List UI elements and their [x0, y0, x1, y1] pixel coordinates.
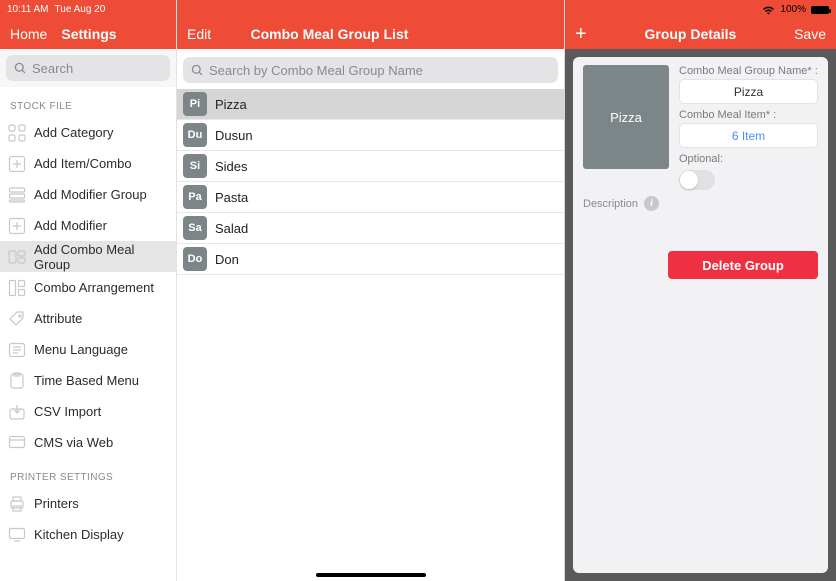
group-row[interactable]: Si Sides [177, 151, 564, 182]
sidebar-item-add-modifier-group[interactable]: Add Modifier Group [0, 179, 176, 210]
printer-icon [8, 495, 26, 513]
arrangement-icon [8, 279, 26, 297]
sidebar-item-label: Menu Language [34, 342, 128, 357]
sidebar-item-add-item-combo[interactable]: Add Item/Combo [0, 148, 176, 179]
sidebar-item-label: Add Modifier Group [34, 187, 147, 202]
combo-group-icon [8, 248, 26, 266]
import-icon [8, 403, 26, 421]
sidebar-item-label: Add Category [34, 125, 114, 140]
group-name: Sides [215, 159, 248, 174]
wifi-icon [762, 5, 775, 15]
search-icon [14, 62, 27, 75]
sidebar-item-add-category[interactable]: Add Category [0, 117, 176, 148]
thumbnail-label: Pizza [610, 110, 642, 125]
group-row[interactable]: Sa Salad [177, 213, 564, 244]
group-name: Dusun [215, 128, 253, 143]
group-name: Pasta [215, 190, 248, 205]
group-row[interactable]: Du Dusun [177, 120, 564, 151]
sidebar-item-menu-language[interactable]: Menu Language [0, 334, 176, 365]
sidebar-item-label: Add Modifier [34, 218, 107, 233]
display-icon [8, 526, 26, 544]
plus-square-icon [8, 217, 26, 235]
group-badge: Pi [183, 92, 207, 116]
name-field[interactable]: Pizza [679, 79, 818, 104]
status-bar-mid [177, 0, 564, 19]
optional-label: Optional: [679, 153, 818, 165]
tag-icon [8, 310, 26, 328]
save-button[interactable]: Save [794, 26, 826, 42]
group-badge: Du [183, 123, 207, 147]
group-thumbnail[interactable]: Pizza [583, 65, 669, 169]
section-stock-file: STOCK FILE [0, 87, 176, 117]
group-badge: Si [183, 154, 207, 178]
sidebar-search-input[interactable]: Search [6, 55, 170, 81]
sidebar-item-label: Combo Arrangement [34, 280, 154, 295]
sidebar-item-label: Time Based Menu [34, 373, 139, 388]
web-icon [8, 434, 26, 452]
sidebar-item-printers[interactable]: Printers [0, 488, 176, 519]
sidebar-item-cms-via-web[interactable]: CMS via Web [0, 427, 176, 458]
list-group-icon [8, 186, 26, 204]
group-badge: Pa [183, 185, 207, 209]
sidebar-item-add-modifier[interactable]: Add Modifier [0, 210, 176, 241]
name-field-label: Combo Meal Group Name* : [679, 65, 818, 77]
sidebar-item-label: Attribute [34, 311, 82, 326]
settings-title: Settings [61, 26, 116, 42]
right-title: Group Details [644, 26, 736, 42]
language-icon [8, 341, 26, 359]
clipboard-icon [8, 372, 26, 390]
sidebar-item-label: Add Combo Meal Group [34, 242, 168, 272]
item-field-label: Combo Meal Item* : [679, 109, 818, 121]
sidebar-item-time-based-menu[interactable]: Time Based Menu [0, 365, 176, 396]
name-field-value: Pizza [734, 85, 763, 99]
right-topbar: + Group Details Save [565, 19, 836, 49]
group-badge: Sa [183, 216, 207, 240]
delete-group-button[interactable]: Delete Group [668, 251, 818, 279]
description-label: Description [583, 198, 638, 210]
left-topbar: Home Settings [0, 19, 176, 49]
group-row[interactable]: Pi Pizza [177, 89, 564, 120]
status-bar-right: 100% [565, 0, 836, 19]
sidebar-item-add-combo-meal-group[interactable]: Add Combo Meal Group [0, 241, 176, 272]
status-bar: 10:11 AM Tue Aug 20 [0, 0, 176, 19]
sidebar-search-placeholder: Search [32, 61, 73, 76]
grid-icon [8, 124, 26, 142]
delete-group-label: Delete Group [702, 258, 784, 273]
home-button[interactable]: Home [10, 26, 47, 42]
item-field-value: 6 Item [732, 129, 765, 143]
item-field[interactable]: 6 Item [679, 123, 818, 148]
sidebar-item-attribute[interactable]: Attribute [0, 303, 176, 334]
plus-square-icon [8, 155, 26, 173]
section-printer-settings: PRINTER SETTINGS [0, 458, 176, 488]
group-name: Pizza [215, 97, 247, 112]
sidebar-item-kitchen-display[interactable]: Kitchen Display [0, 519, 176, 550]
status-time: 10:11 AM [7, 4, 49, 15]
group-row[interactable]: Do Don [177, 244, 564, 275]
edit-button[interactable]: Edit [187, 26, 211, 42]
sidebar-item-combo-arrangement[interactable]: Combo Arrangement [0, 272, 176, 303]
sidebar-item-label: Kitchen Display [34, 527, 124, 542]
info-icon[interactable]: i [644, 196, 659, 211]
sidebar-item-label: CMS via Web [34, 435, 113, 450]
sidebar-item-csv-import[interactable]: CSV Import [0, 396, 176, 427]
group-search-input[interactable]: Search by Combo Meal Group Name [183, 57, 558, 83]
sidebar-item-label: Printers [34, 496, 79, 511]
battery-icon [811, 6, 829, 14]
sidebar-item-label: CSV Import [34, 404, 101, 419]
group-row[interactable]: Pa Pasta [177, 182, 564, 213]
group-search-placeholder: Search by Combo Meal Group Name [209, 63, 423, 78]
group-badge: Do [183, 247, 207, 271]
home-indicator [177, 573, 565, 577]
battery-pct: 100% [780, 4, 806, 15]
optional-toggle[interactable] [679, 170, 715, 190]
mid-title: Combo Meal Group List [251, 26, 409, 42]
sidebar-item-label: Add Item/Combo [34, 156, 132, 171]
search-icon [191, 64, 204, 77]
mid-topbar: Edit Combo Meal Group List [177, 19, 564, 49]
status-date: Tue Aug 20 [55, 4, 106, 15]
group-name: Don [215, 252, 239, 267]
group-name: Salad [215, 221, 248, 236]
add-button[interactable]: + [575, 24, 587, 44]
